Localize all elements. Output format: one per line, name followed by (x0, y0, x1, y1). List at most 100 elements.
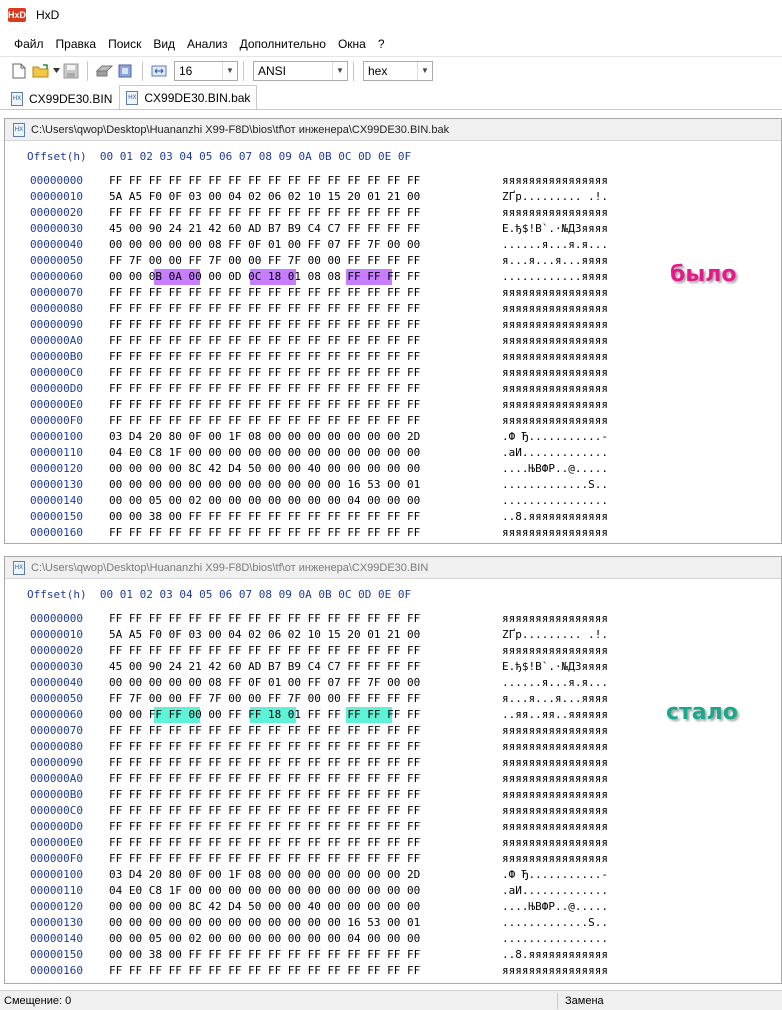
row-hex-bytes[interactable]: 00 00 38 00 FF FF FF FF FF FF FF FF FF F… (109, 509, 420, 525)
row-hex-bytes[interactable]: FF FF FF FF FF FF FF FF FF FF FF FF FF F… (109, 525, 420, 541)
chevron-down-icon[interactable]: ▼ (332, 61, 347, 80)
row-hex-bytes[interactable]: FF FF FF FF FF FF FF FF FF FF FF FF FF F… (109, 349, 420, 365)
row-ascii-text[interactable]: .Ф Ђ...........- (502, 867, 608, 883)
row-hex-bytes[interactable]: FF FF FF FF FF FF FF FF FF FF FF FF FF F… (109, 787, 420, 803)
row-ascii-text[interactable]: E.ђ$!B`.·№ДЗяяяя (502, 221, 608, 237)
bytes-per-row-select[interactable]: 16 ▼ (174, 60, 238, 81)
hex-row[interactable]: 000000D0 FF FF FF FF FF FF FF FF FF FF FF… (5, 819, 775, 835)
row-hex-bytes[interactable]: 00 00 00 00 00 08 FF 0F 01 00 FF 07 FF 7… (109, 675, 420, 691)
row-hex-bytes[interactable]: FF FF FF FF FF FF FF FF FF FF FF FF FF F… (109, 413, 420, 429)
hex-row[interactable]: 00000020 FF FF FF FF FF FF FF FF FF FF FF… (5, 205, 775, 221)
hex-row[interactable]: 00000080 FF FF FF FF FF FF FF FF FF FF FF… (5, 301, 775, 317)
row-ascii-text[interactable]: яяяяяяяяяяяяяяяя (502, 333, 608, 349)
menu-file[interactable]: Файл (8, 37, 50, 51)
row-hex-bytes[interactable]: FF FF FF FF FF FF FF FF FF FF FF FF FF F… (109, 381, 420, 397)
row-hex-bytes[interactable]: FF FF FF FF FF FF FF FF FF FF FF FF FF F… (109, 397, 420, 413)
row-ascii-text[interactable]: яяяяяяяяяяяяяяяя (502, 835, 608, 851)
row-ascii-text[interactable]: яяяяяяяяяяяяяяяя (502, 611, 608, 627)
hex-row[interactable]: 00000010 5A A5 F0 0F 03 00 04 02 06 02 10… (5, 189, 775, 205)
row-ascii-text[interactable]: яяяяяяяяяяяяяяяя (502, 787, 608, 803)
row-ascii-text[interactable]: я...я...я...яяяя (502, 691, 608, 707)
row-hex-bytes[interactable]: 00 00 05 00 02 00 00 00 00 00 00 00 04 0… (109, 493, 420, 509)
hex-row[interactable]: 00000070 FF FF FF FF FF FF FF FF FF FF FF… (5, 723, 775, 739)
row-hex-bytes[interactable]: FF FF FF FF FF FF FF FF FF FF FF FF FF F… (109, 173, 420, 189)
hex-row[interactable]: 00000130 00 00 00 00 00 00 00 00 00 00 00… (5, 915, 775, 931)
chevron-down-icon[interactable]: ▼ (222, 61, 237, 80)
row-hex-bytes[interactable]: 03 D4 20 80 0F 00 1F 08 00 00 00 00 00 0… (109, 429, 420, 445)
row-hex-bytes[interactable]: 00 00 38 00 FF FF FF FF FF FF FF FF FF F… (109, 947, 420, 963)
row-ascii-text[interactable]: яяяяяяяяяяяяяяяя (502, 285, 608, 301)
row-hex-bytes[interactable]: 00 00 00 00 8C 42 D4 50 00 00 40 00 00 0… (109, 899, 420, 915)
row-ascii-text[interactable]: яяяяяяяяяяяяяяяя (502, 963, 608, 979)
row-hex-bytes[interactable]: FF FF FF FF FF FF FF FF FF FF FF FF FF F… (109, 851, 420, 867)
hex-row[interactable]: 00000130 00 00 00 00 00 00 00 00 00 00 00… (5, 477, 775, 493)
hex-row[interactable]: 00000020 FF FF FF FF FF FF FF FF FF FF FF… (5, 643, 775, 659)
row-hex-bytes[interactable]: FF FF FF FF FF FF FF FF FF FF FF FF FF F… (109, 835, 420, 851)
hex-row[interactable]: 00000060 00 00 FF FF 00 00 FF FF 18 01 FF… (5, 707, 775, 723)
menu-search[interactable]: Поиск (102, 37, 147, 51)
row-hex-bytes[interactable]: FF FF FF FF FF FF FF FF FF FF FF FF FF F… (109, 317, 420, 333)
row-hex-bytes[interactable]: 00 00 0B 0A 00 00 0D 0C 18 01 08 08 FF F… (109, 269, 420, 285)
row-hex-bytes[interactable]: 00 00 05 00 02 00 00 00 00 00 00 00 04 0… (109, 931, 420, 947)
row-hex-bytes[interactable]: FF FF FF FF FF FF FF FF FF FF FF FF FF F… (109, 301, 420, 317)
row-hex-bytes[interactable]: FF FF FF FF FF FF FF FF FF FF FF FF FF F… (109, 205, 420, 221)
row-ascii-text[interactable]: яяяяяяяяяяяяяяяя (502, 771, 608, 787)
hex-row[interactable]: 00000100 03 D4 20 80 0F 00 1F 08 00 00 00… (5, 429, 775, 445)
hex-row[interactable]: 000000A0 FF FF FF FF FF FF FF FF FF FF FF… (5, 333, 775, 349)
row-hex-bytes[interactable]: 45 00 90 24 21 42 60 AD B7 B9 C4 C7 FF F… (109, 659, 420, 675)
row-hex-bytes[interactable]: FF FF FF FF FF FF FF FF FF FF FF FF FF F… (109, 819, 420, 835)
display-mode-select[interactable]: hex ▼ (363, 60, 433, 81)
row-hex-bytes[interactable]: FF FF FF FF FF FF FF FF FF FF FF FF FF F… (109, 333, 420, 349)
hex-row[interactable]: 00000120 00 00 00 00 8C 42 D4 50 00 00 40… (5, 899, 775, 915)
open-file-icon[interactable] (30, 60, 52, 82)
row-hex-bytes[interactable]: 00 00 00 00 00 00 00 00 00 00 00 00 16 5… (109, 915, 420, 931)
row-ascii-text[interactable]: яяяяяяяяяяяяяяяя (502, 723, 608, 739)
menu-edit[interactable]: Правка (50, 37, 103, 51)
hex-row[interactable]: 00000150 00 00 38 00 FF FF FF FF FF FF FF… (5, 947, 775, 963)
menu-analysis[interactable]: Анализ (181, 37, 234, 51)
row-hex-bytes[interactable]: FF 7F 00 00 FF 7F 00 00 FF 7F 00 00 FF F… (109, 253, 420, 269)
row-ascii-text[interactable]: .............S.. (502, 915, 608, 931)
row-ascii-text[interactable]: яяяяяяяяяяяяяяяя (502, 819, 608, 835)
hex-row[interactable]: 00000140 00 00 05 00 02 00 00 00 00 00 00… (5, 931, 775, 947)
row-hex-bytes[interactable]: 5A A5 F0 0F 03 00 04 02 06 02 10 15 20 0… (109, 627, 420, 643)
row-ascii-text[interactable]: я...я...я...яяяя (502, 253, 608, 269)
hex-row[interactable]: 00000030 45 00 90 24 21 42 60 AD B7 B9 C4… (5, 221, 775, 237)
hex-row[interactable]: 00000150 00 00 38 00 FF FF FF FF FF FF FF… (5, 509, 775, 525)
row-ascii-text[interactable]: ............яяяя (502, 269, 608, 285)
row-ascii-text[interactable]: ..8.яяяяяяяяяяяя (502, 509, 608, 525)
row-hex-bytes[interactable]: 00 00 00 00 00 08 FF 0F 01 00 FF 07 FF 7… (109, 237, 420, 253)
row-hex-bytes[interactable]: 04 E0 C8 1F 00 00 00 00 00 00 00 00 00 0… (109, 445, 420, 461)
hex-row[interactable]: 000000E0 FF FF FF FF FF FF FF FF FF FF FF… (5, 397, 775, 413)
hex-view[interactable]: Offset(h) 00 01 02 03 04 05 06 07 08 09 … (5, 579, 781, 983)
hex-row[interactable]: 00000010 5A A5 F0 0F 03 00 04 02 06 02 10… (5, 627, 775, 643)
hex-row[interactable]: 000000B0 FF FF FF FF FF FF FF FF FF FF FF… (5, 787, 775, 803)
row-ascii-text[interactable]: яяяяяяяяяяяяяяяя (502, 413, 608, 429)
row-ascii-text[interactable]: .аИ............. (502, 445, 608, 461)
hex-view[interactable]: Offset(h) 00 01 02 03 04 05 06 07 08 09 … (5, 141, 781, 543)
row-hex-bytes[interactable]: 00 00 00 00 00 00 00 00 00 00 00 00 16 5… (109, 477, 420, 493)
row-ascii-text[interactable]: .аИ............. (502, 883, 608, 899)
new-file-icon[interactable] (8, 60, 30, 82)
menu-help[interactable]: ? (372, 37, 391, 51)
open-dropdown-icon[interactable] (52, 60, 60, 82)
row-hex-bytes[interactable]: FF FF FF FF FF FF FF FF FF FF FF FF FF F… (109, 643, 420, 659)
row-ascii-text[interactable]: яяяяяяяяяяяяяяяя (502, 173, 608, 189)
charset-select[interactable]: ANSI ▼ (253, 60, 348, 81)
row-hex-bytes[interactable]: FF FF FF FF FF FF FF FF FF FF FF FF FF F… (109, 723, 420, 739)
save-icon[interactable] (60, 60, 82, 82)
row-ascii-text[interactable]: E.ђ$!B`.·№ДЗяяяя (502, 659, 608, 675)
row-hex-bytes[interactable]: FF FF FF FF FF FF FF FF FF FF FF FF FF F… (109, 611, 420, 627)
row-ascii-text[interactable]: яяяяяяяяяяяяяяяя (502, 317, 608, 333)
row-hex-bytes[interactable]: 04 E0 C8 1F 00 00 00 00 00 00 00 00 00 0… (109, 883, 420, 899)
row-ascii-text[interactable]: ZҐр......... .!. (502, 189, 608, 205)
row-ascii-text[interactable]: яяяяяяяяяяяяяяяя (502, 381, 608, 397)
row-hex-bytes[interactable]: 5A A5 F0 0F 03 00 04 02 06 02 10 15 20 0… (109, 189, 420, 205)
hex-row[interactable]: 00000140 00 00 05 00 02 00 00 00 00 00 00… (5, 493, 775, 509)
row-ascii-text[interactable]: яяяяяяяяяяяяяяяя (502, 397, 608, 413)
row-ascii-text[interactable]: ......я...я.я... (502, 675, 608, 691)
hex-row[interactable]: 00000100 03 D4 20 80 0F 00 1F 08 00 00 00… (5, 867, 775, 883)
row-hex-bytes[interactable]: 45 00 90 24 21 42 60 AD B7 B9 C4 C7 FF F… (109, 221, 420, 237)
hex-row[interactable]: 00000080 FF FF FF FF FF FF FF FF FF FF FF… (5, 739, 775, 755)
row-hex-bytes[interactable]: FF FF FF FF FF FF FF FF FF FF FF FF FF F… (109, 365, 420, 381)
